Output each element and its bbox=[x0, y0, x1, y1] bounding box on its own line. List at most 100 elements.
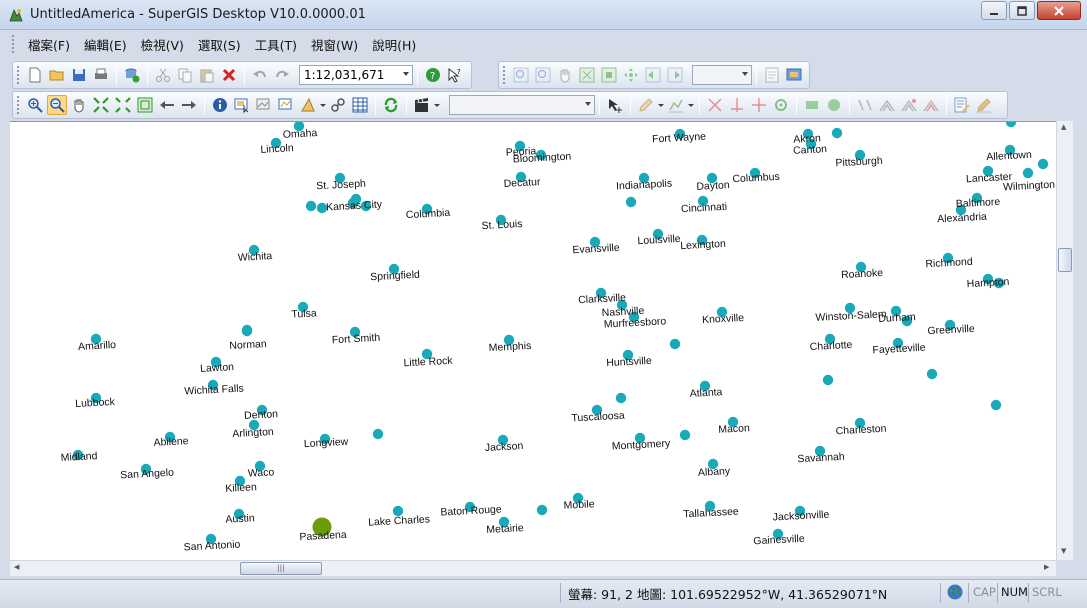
undo-button[interactable] bbox=[250, 65, 270, 85]
create-feature-tool[interactable] bbox=[802, 95, 822, 115]
city-point[interactable] bbox=[926, 368, 938, 380]
layout-view-button[interactable] bbox=[784, 65, 804, 85]
layout-page-button[interactable] bbox=[599, 65, 619, 85]
whats-this-button[interactable]: ? bbox=[445, 65, 465, 85]
city-point[interactable] bbox=[536, 504, 548, 516]
delete-button[interactable] bbox=[219, 65, 239, 85]
select-graphics-tool[interactable] bbox=[254, 95, 274, 115]
sketch-dropdown[interactable] bbox=[657, 95, 665, 115]
menu-tools[interactable]: 工具(T) bbox=[248, 35, 304, 54]
edit-tool[interactable] bbox=[605, 95, 625, 115]
cut-polygon-tool[interactable] bbox=[705, 95, 725, 115]
intersect-tool[interactable] bbox=[749, 95, 769, 115]
vertical-scroll-thumb[interactable] bbox=[1058, 248, 1072, 272]
menu-file[interactable]: 檔案(F) bbox=[21, 35, 77, 54]
city-point[interactable] bbox=[1022, 167, 1034, 179]
save-button[interactable] bbox=[69, 65, 89, 85]
create-circle-tool[interactable] bbox=[824, 95, 844, 115]
city-point[interactable] bbox=[1005, 122, 1017, 128]
city-point[interactable] bbox=[1037, 158, 1049, 170]
city-point[interactable] bbox=[372, 428, 384, 440]
merge-tool[interactable] bbox=[855, 95, 875, 115]
select-features-tool[interactable] bbox=[232, 95, 252, 115]
map-canvas[interactable]: Omaha Lincoln Peoria Bloomington Fort Wayne A… bbox=[10, 121, 1056, 560]
city-point[interactable] bbox=[615, 392, 627, 404]
sketch-properties-button[interactable] bbox=[974, 95, 994, 115]
fixed-zoom-out-button[interactable] bbox=[533, 65, 553, 85]
toolbar-grip[interactable] bbox=[17, 96, 20, 114]
city-point[interactable] bbox=[625, 196, 637, 208]
layout-full-extent-button[interactable] bbox=[577, 65, 597, 85]
scroll-left-icon[interactable]: ◀ bbox=[14, 563, 19, 571]
close-button[interactable] bbox=[1037, 1, 1081, 20]
print-button[interactable] bbox=[91, 65, 111, 85]
menu-select[interactable]: 選取(S) bbox=[191, 35, 248, 54]
fixed-zoom-in-tool[interactable] bbox=[91, 95, 111, 115]
city-point[interactable] bbox=[305, 200, 317, 212]
layout-zoom-combo[interactable] bbox=[692, 65, 752, 85]
fixed-zoom-in-button[interactable] bbox=[511, 65, 531, 85]
city-point[interactable] bbox=[831, 127, 843, 139]
redo-button[interactable] bbox=[272, 65, 292, 85]
toolbar-grip[interactable] bbox=[503, 66, 506, 84]
menubar-grip[interactable] bbox=[12, 35, 15, 53]
attributes-editor-button[interactable] bbox=[952, 95, 972, 115]
edit-vertices-tool[interactable] bbox=[666, 95, 686, 115]
measure-tool[interactable] bbox=[298, 95, 318, 115]
scroll-up-icon[interactable]: ▲ bbox=[1061, 123, 1066, 131]
minimize-button[interactable] bbox=[981, 1, 1007, 20]
layout-forward-button[interactable] bbox=[665, 65, 685, 85]
layout-pan-button[interactable] bbox=[555, 65, 575, 85]
help-button[interactable]: ? bbox=[423, 65, 443, 85]
clip-tool[interactable] bbox=[899, 95, 919, 115]
identify-tool[interactable] bbox=[210, 95, 230, 115]
horizontal-scroll-thumb[interactable]: ||| bbox=[240, 562, 322, 575]
copy-button[interactable] bbox=[175, 65, 195, 85]
menu-window[interactable]: 視窗(W) bbox=[304, 35, 365, 54]
paste-button[interactable] bbox=[197, 65, 217, 85]
map-scale-combo[interactable]: 1:12,031,671 bbox=[299, 65, 413, 85]
city-point[interactable] bbox=[241, 325, 253, 337]
page-setup-button[interactable] bbox=[762, 65, 782, 85]
explode-tool[interactable] bbox=[921, 95, 941, 115]
open-button[interactable] bbox=[47, 65, 67, 85]
next-extent-tool[interactable] bbox=[179, 95, 199, 115]
fixed-zoom-out-tool[interactable] bbox=[113, 95, 133, 115]
add-data-button[interactable] bbox=[122, 65, 142, 85]
layout-center-button[interactable] bbox=[621, 65, 641, 85]
city-point[interactable] bbox=[669, 338, 681, 350]
menu-help[interactable]: 說明(H) bbox=[365, 35, 423, 54]
select-by-rectangle-tool[interactable] bbox=[276, 95, 296, 115]
new-button[interactable] bbox=[25, 65, 45, 85]
horizontal-scrollbar[interactable]: ◀ ||| ▶ bbox=[10, 560, 1056, 576]
rotate-tool[interactable] bbox=[771, 95, 791, 115]
toolbar-grip[interactable] bbox=[17, 66, 20, 84]
previous-extent-tool[interactable] bbox=[157, 95, 177, 115]
maximize-button[interactable] bbox=[1009, 1, 1035, 20]
pan-tool[interactable] bbox=[69, 95, 89, 115]
vertices-dropdown[interactable] bbox=[687, 95, 695, 115]
measure-dropdown[interactable] bbox=[319, 95, 327, 115]
animation-dropdown[interactable] bbox=[433, 95, 441, 115]
full-extent-tool[interactable] bbox=[135, 95, 155, 115]
city-point[interactable] bbox=[822, 374, 834, 386]
sketch-tool[interactable] bbox=[636, 95, 656, 115]
scroll-right-icon[interactable]: ▶ bbox=[1044, 563, 1049, 571]
refresh-button[interactable] bbox=[381, 95, 401, 115]
animation-tool[interactable] bbox=[412, 95, 432, 115]
vertical-scrollbar[interactable]: ▲ ▼ bbox=[1056, 121, 1073, 560]
hyperlink-tool[interactable] bbox=[328, 95, 348, 115]
zoom-out-tool[interactable] bbox=[47, 95, 67, 115]
city-point[interactable] bbox=[679, 429, 691, 441]
layout-back-button[interactable] bbox=[643, 65, 663, 85]
target-layer-combo[interactable] bbox=[449, 95, 595, 115]
attribute-table-button[interactable] bbox=[350, 95, 370, 115]
menu-view[interactable]: 檢視(V) bbox=[134, 35, 191, 54]
split-tool[interactable] bbox=[727, 95, 747, 115]
scroll-down-icon[interactable]: ▼ bbox=[1061, 547, 1066, 555]
zoom-in-tool[interactable] bbox=[25, 95, 45, 115]
menu-edit[interactable]: 編輯(E) bbox=[77, 35, 134, 54]
union-tool[interactable] bbox=[877, 95, 897, 115]
cut-button[interactable] bbox=[153, 65, 173, 85]
city-point[interactable] bbox=[990, 399, 1002, 411]
